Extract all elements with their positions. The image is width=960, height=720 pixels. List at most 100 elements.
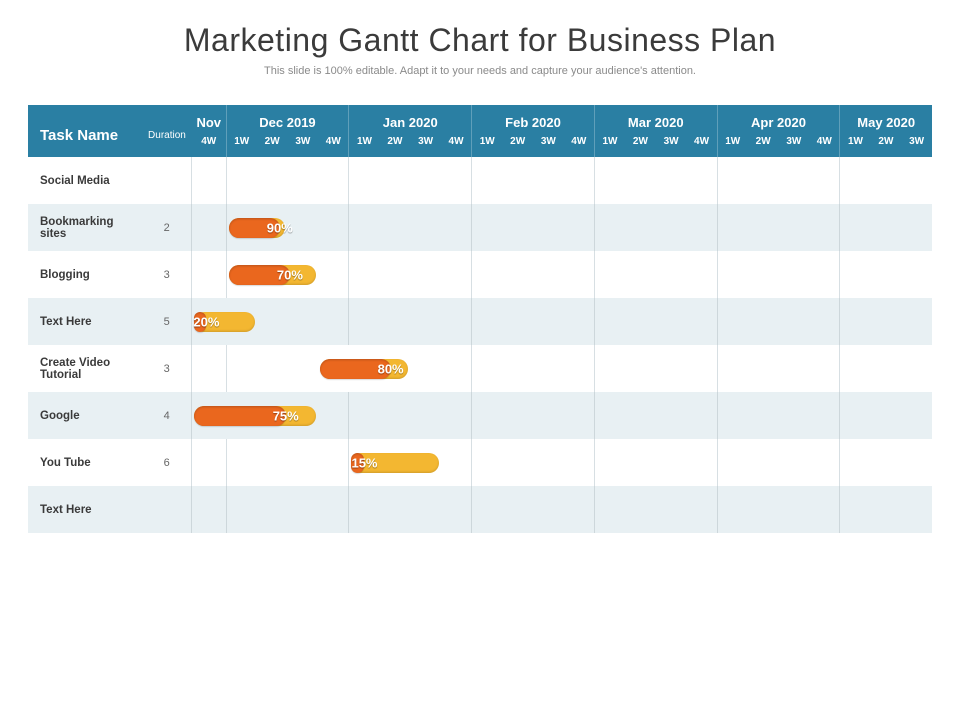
gantt-empty-cell: [502, 439, 533, 486]
gantt-empty-cell: [625, 392, 656, 439]
header-week: 3W: [410, 132, 441, 157]
header-week: 4W: [809, 132, 840, 157]
gantt-empty-cell: [192, 439, 226, 486]
gantt-empty-cell: [717, 157, 748, 204]
gantt-empty-cell: [441, 345, 472, 392]
gantt-empty-cell: [717, 345, 748, 392]
gantt-empty-cell: [625, 439, 656, 486]
header-week: 4W: [686, 132, 717, 157]
gantt-empty-cell: [901, 439, 932, 486]
gantt-empty-cell: [625, 251, 656, 298]
gantt-empty-cell: [809, 392, 840, 439]
gantt-empty-cell: [287, 157, 318, 204]
gantt-empty-cell: [901, 204, 932, 251]
header-week: 4W: [318, 132, 349, 157]
gantt-empty-cell: [686, 157, 717, 204]
gantt-empty-cell: [901, 392, 932, 439]
gantt-empty-cell: [441, 392, 472, 439]
gantt-empty-cell: [533, 298, 564, 345]
gantt-empty-cell: [594, 204, 625, 251]
gantt-bar-cell: 20%: [192, 298, 257, 345]
gantt-empty-cell: [318, 157, 349, 204]
task-duration: 6: [142, 439, 192, 486]
gantt-empty-cell: [717, 439, 748, 486]
gantt-empty-cell: [656, 204, 687, 251]
gantt-empty-cell: [257, 439, 288, 486]
gantt-empty-cell: [192, 251, 226, 298]
gantt-row: Bookmarking sites290%: [28, 204, 932, 251]
header-month: May 2020: [840, 105, 932, 132]
task-name: Bookmarking sites: [28, 204, 142, 251]
gantt-empty-cell: [778, 392, 809, 439]
gantt-empty-cell: [840, 204, 871, 251]
header-week: 3W: [533, 132, 564, 157]
header-task: Task Name: [28, 105, 142, 157]
task-name: Text Here: [28, 486, 142, 533]
gantt-empty-cell: [809, 439, 840, 486]
gantt-empty-cell: [349, 298, 380, 345]
task-name: Google: [28, 392, 142, 439]
gantt-empty-cell: [717, 251, 748, 298]
header-week: 2W: [380, 132, 411, 157]
gantt-empty-cell: [502, 392, 533, 439]
gantt-row: Social Media: [28, 157, 932, 204]
gantt-empty-cell: [287, 345, 318, 392]
gantt-empty-cell: [840, 298, 871, 345]
task-duration: 3: [142, 345, 192, 392]
gantt-empty-cell: [748, 157, 779, 204]
gantt-empty-cell: [656, 392, 687, 439]
gantt-empty-cell: [686, 298, 717, 345]
gantt-empty-cell: [594, 439, 625, 486]
gantt-chart: Task NameDurationNovDec 2019Jan 2020Feb …: [28, 105, 932, 533]
gantt-bar-cell: 75%: [192, 392, 318, 439]
header-week: 1W: [472, 132, 503, 157]
gantt-empty-cell: [778, 486, 809, 533]
gantt-empty-cell: [686, 204, 717, 251]
gantt-empty-cell: [380, 392, 411, 439]
task-name: Social Media: [28, 157, 142, 204]
gantt-row: Create Video Tutorial380%: [28, 345, 932, 392]
gantt-empty-cell: [594, 251, 625, 298]
gantt-row: Text Here: [28, 486, 932, 533]
gantt-empty-cell: [717, 392, 748, 439]
gantt-empty-cell: [564, 251, 595, 298]
gantt-empty-cell: [686, 251, 717, 298]
gantt-row: You Tube615%: [28, 439, 932, 486]
gantt-empty-cell: [748, 251, 779, 298]
gantt-empty-cell: [380, 251, 411, 298]
gantt-empty-cell: [472, 345, 503, 392]
gantt-empty-cell: [410, 345, 441, 392]
gantt-empty-cell: [410, 157, 441, 204]
gantt-empty-cell: [502, 157, 533, 204]
header-week: 4W: [441, 132, 472, 157]
gantt-empty-cell: [686, 486, 717, 533]
header-week: 1W: [594, 132, 625, 157]
header-month: Apr 2020: [717, 105, 840, 132]
gantt-body: Social MediaBookmarking sites290%Bloggin…: [28, 157, 932, 533]
gantt-empty-cell: [192, 486, 226, 533]
header-month: Feb 2020: [472, 105, 595, 132]
gantt-empty-cell: [349, 392, 380, 439]
gantt-empty-cell: [257, 298, 288, 345]
gantt-empty-cell: [901, 486, 932, 533]
header-duration: Duration: [142, 105, 192, 157]
gantt-bar-cell: 80%: [318, 345, 410, 392]
gantt-empty-cell: [349, 251, 380, 298]
gantt-empty-cell: [778, 251, 809, 298]
header-week: 1W: [226, 132, 257, 157]
gantt-bar-label: 90%: [267, 220, 293, 235]
gantt-empty-cell: [901, 345, 932, 392]
gantt-empty-cell: [656, 486, 687, 533]
gantt-empty-cell: [318, 439, 349, 486]
gantt-empty-cell: [410, 204, 441, 251]
gantt-empty-cell: [192, 157, 226, 204]
gantt-empty-cell: [656, 298, 687, 345]
gantt-empty-cell: [656, 345, 687, 392]
gantt-empty-cell: [318, 251, 349, 298]
gantt-empty-cell: [318, 204, 349, 251]
gantt-empty-cell: [809, 157, 840, 204]
gantt-empty-cell: [809, 486, 840, 533]
gantt-empty-cell: [287, 439, 318, 486]
gantt-row: Text Here520%: [28, 298, 932, 345]
header-week: 4W: [564, 132, 595, 157]
